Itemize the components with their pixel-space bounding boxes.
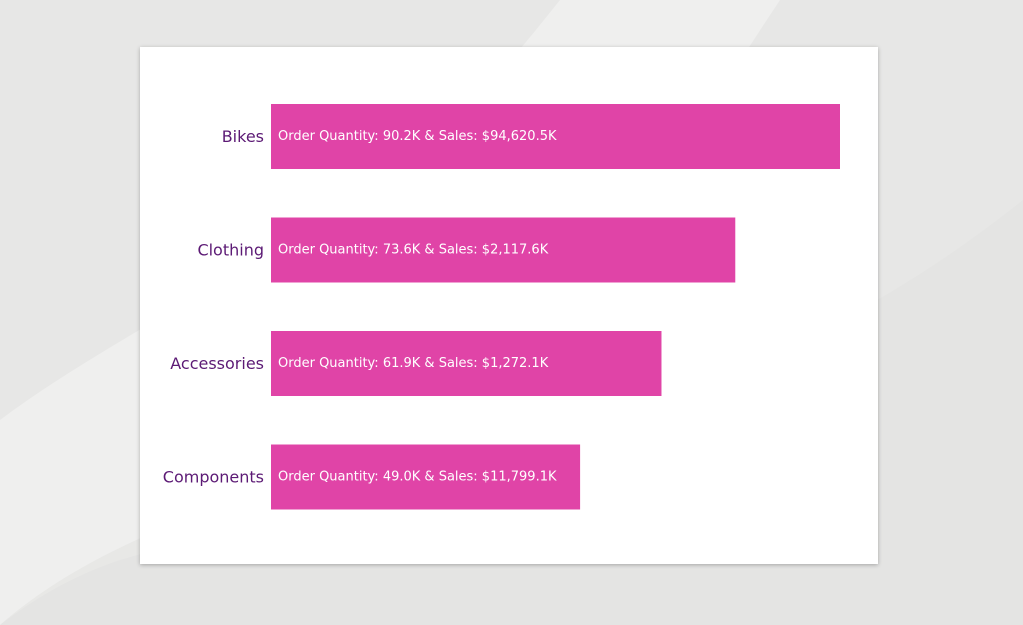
category-label-clothing: Clothing	[197, 241, 264, 260]
bar-chart: Bikes Order Quantity: 90.2K & Sales: $94,…	[163, 104, 840, 510]
data-label-clothing: Order Quantity: 73.6K & Sales: $2,117.6K	[278, 243, 549, 258]
data-label-components: Order Quantity: 49.0K & Sales: $11,799.1…	[278, 470, 557, 485]
data-label-bikes: Order Quantity: 90.2K & Sales: $94,620.5…	[278, 129, 557, 144]
data-label-accessories: Order Quantity: 61.9K & Sales: $1,272.1K	[278, 356, 549, 371]
category-label-bikes: Bikes	[222, 127, 264, 146]
chart-card: Bikes Order Quantity: 90.2K & Sales: $94,…	[140, 47, 878, 564]
category-label-components: Components	[163, 468, 264, 487]
category-label-accessories: Accessories	[170, 354, 264, 373]
